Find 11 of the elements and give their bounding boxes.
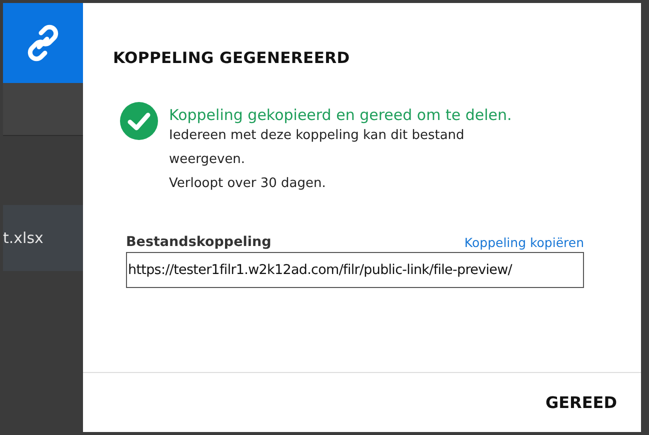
status-message: Koppeling gekopieerd en gereed om te delen. — [169, 106, 513, 124]
status-detail: Verloopt over 30 dagen. — [169, 175, 327, 193]
selected-row[interactable]: t.xlsx — [3, 205, 83, 271]
link-field[interactable]: https://tester1filr1.w2k12ad.com/filr/public-link/file-preview/ — [126, 252, 584, 288]
done-button[interactable]: GEREED — [541, 389, 621, 416]
copy-link[interactable]: Koppeling kopiëren — [464, 235, 584, 250]
check-icon — [119, 101, 159, 141]
file-name: t.xlsx — [3, 229, 44, 247]
field-label: Bestandskoppeling — [126, 234, 272, 250]
dialog-title: KOPPELING GEGENEREERD — [113, 49, 351, 67]
status-detail: Iedereen met deze koppeling kan dit bestand weergeven. — [169, 127, 466, 169]
